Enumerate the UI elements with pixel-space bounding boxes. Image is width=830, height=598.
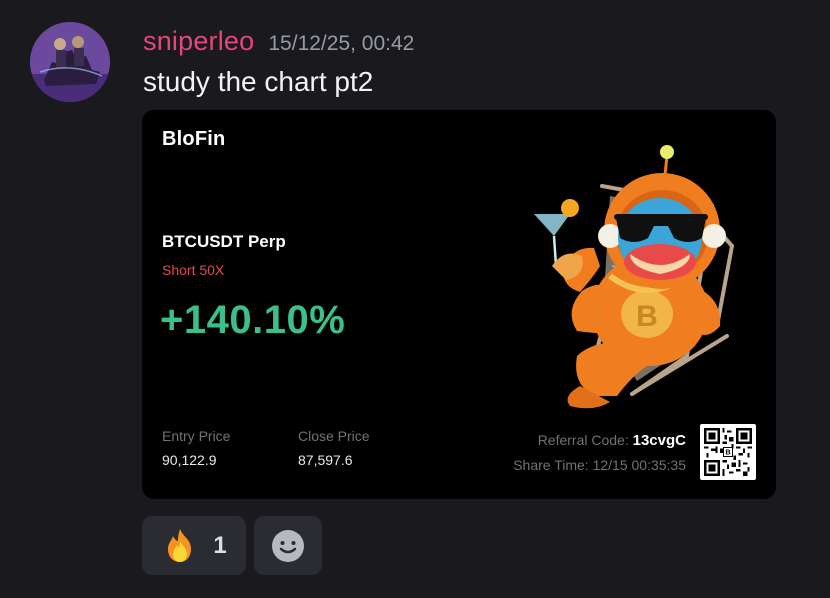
close-price-label: Close Price <box>298 428 370 444</box>
message-header: sniperleo 15/12/25, 00:42 <box>143 26 414 58</box>
entry-price-value: 90,122.9 <box>162 452 217 468</box>
smiley-add-reaction-icon <box>272 529 304 562</box>
add-reaction-button[interactable] <box>254 516 322 575</box>
chat-message: sniperleo 15/12/25, 00:42 study the char… <box>0 0 830 598</box>
username[interactable]: sniperleo <box>143 26 254 57</box>
message-text: study the chart pt2 <box>143 66 374 97</box>
svg-text:B: B <box>636 300 658 333</box>
close-price-value: 87,597.6 <box>298 452 353 468</box>
trade-side: Short 50X <box>162 262 225 278</box>
referral-code: 13cvgC <box>632 432 686 449</box>
user-avatar[interactable] <box>30 22 110 102</box>
message-timestamp[interactable]: 15/12/25, 00:42 <box>268 32 414 56</box>
referral-label: Referral Code: <box>537 432 629 448</box>
trade-pair: BTCUSDT Perp <box>162 232 286 251</box>
entry-price-label: Entry Price <box>162 428 231 444</box>
pnl-percent: +140.10% <box>160 298 346 342</box>
reactions-bar: 1 <box>142 516 322 575</box>
reaction-count: 1 <box>213 531 227 559</box>
brand-logo: BloFin <box>162 128 226 150</box>
svg-text:B: B <box>725 448 730 457</box>
reaction-fire[interactable]: 1 <box>142 516 246 575</box>
qr-code-icon: B <box>700 424 756 480</box>
referral-info: Referral Code: 13cvgC <box>538 432 686 449</box>
astronaut-mascot-illustration: B <box>482 126 752 416</box>
fire-icon <box>168 528 192 562</box>
share-time: Share Time: 12/15 00:35:35 <box>513 457 686 473</box>
trade-share-card[interactable]: BloFin BTCUSDT Perp Short 50X +140.10% E… <box>142 110 776 499</box>
